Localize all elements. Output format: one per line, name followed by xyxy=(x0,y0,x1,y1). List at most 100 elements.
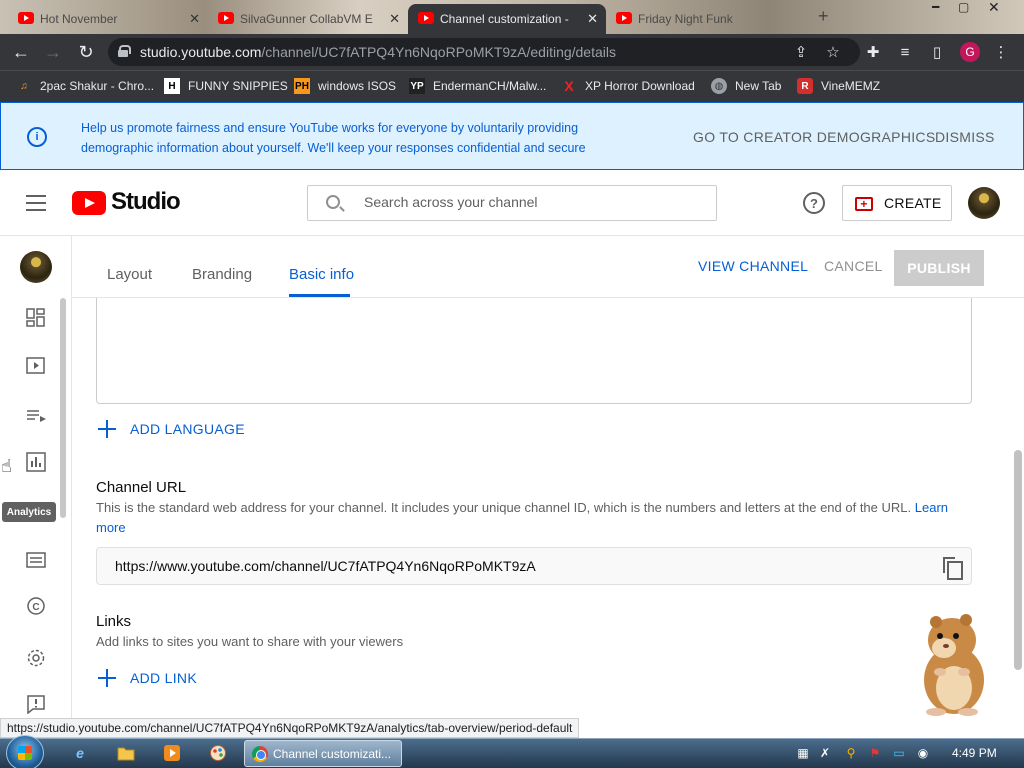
hamburger-menu-icon[interactable] xyxy=(26,195,46,211)
create-button[interactable]: + CREATE xyxy=(842,185,952,221)
channel-url-description: This is the standard web address for you… xyxy=(96,500,948,535)
studio-logo-text[interactable]: Studio xyxy=(111,188,181,216)
tab-branding[interactable]: Branding xyxy=(192,266,252,283)
bookmark-item[interactable]: ◍ New Tab xyxy=(711,78,781,94)
channel-url-title: Channel URL xyxy=(96,479,187,496)
left-nav: C xyxy=(0,236,72,740)
bookmarks-bar: ♫ 2pac Shakur - Chro... H FUNNY SNIPPIES P… xyxy=(0,70,1024,102)
new-tab-button[interactable]: + xyxy=(818,6,829,27)
internet-explorer-icon[interactable]: e xyxy=(68,742,92,764)
browser-toolbar: ← → ↻ studio.youtube.com/channel/UC7fATP… xyxy=(0,34,1024,70)
analytics-icon[interactable] xyxy=(25,452,47,472)
extensions-puzzle-icon[interactable]: ✚ xyxy=(864,43,882,61)
restore-button[interactable]: ▢ xyxy=(958,0,969,14)
chrome-icon xyxy=(252,746,268,762)
tab-title: Friday Night Funk xyxy=(638,12,733,26)
channel-avatar[interactable] xyxy=(20,251,52,283)
media-player-icon[interactable] xyxy=(160,742,184,764)
minimize-button[interactable]: ━ xyxy=(932,0,939,14)
go-to-creator-demographics-button[interactable]: GO TO CREATOR DEMOGRAPHICS xyxy=(693,129,935,145)
tray-monitor-icon[interactable]: ▭ xyxy=(892,746,906,760)
close-window-button[interactable]: ✕ xyxy=(988,0,1000,16)
ph-site-icon: PH xyxy=(294,78,310,94)
tray-search-icon[interactable]: ⚲ xyxy=(844,746,858,760)
music-icon: ♫ xyxy=(20,80,28,92)
r-site-icon: R xyxy=(797,78,813,94)
feedback-icon[interactable] xyxy=(25,694,47,714)
search-input[interactable] xyxy=(364,194,704,210)
browser-tab-strip: Hot November ✕ SilvaGunner CollabVM E ✕ … xyxy=(0,0,1024,34)
bookmark-item[interactable]: R VineMEMZ xyxy=(797,78,880,94)
address-url[interactable]: studio.youtube.com/channel/UC7fATPQ4Yn6N… xyxy=(140,44,616,60)
copy-icon[interactable] xyxy=(943,557,963,580)
view-channel-button[interactable]: VIEW CHANNEL xyxy=(698,258,808,274)
bookmark-item[interactable]: H FUNNY SNIPPIES xyxy=(164,78,288,94)
bookmark-item[interactable]: YP EndermanCH/Malw... xyxy=(409,78,546,94)
browser-menu-icon[interactable]: ⋮ xyxy=(992,43,1010,61)
back-arrow-icon[interactable]: ← xyxy=(10,41,32,63)
info-icon: i xyxy=(27,127,47,147)
banner-message: Help us promote fairness and ensure YouT… xyxy=(81,121,586,155)
tray-tools-icon[interactable]: ✗ xyxy=(818,746,832,760)
youtube-favicon-icon xyxy=(18,12,34,24)
side-panel-icon[interactable]: ▯ xyxy=(928,43,946,61)
bookmark-item[interactable]: ♫ 2pac Shakur - Chro... xyxy=(16,78,154,94)
lock-icon xyxy=(118,45,131,57)
add-language-button[interactable]: ADD LANGUAGE xyxy=(98,420,245,438)
file-explorer-icon[interactable] xyxy=(114,742,138,764)
forward-arrow-icon[interactable]: → xyxy=(42,41,64,63)
browser-tab[interactable]: SilvaGunner CollabVM E ✕ xyxy=(208,4,408,34)
help-icon[interactable]: ? xyxy=(803,192,825,214)
copyright-icon[interactable]: C xyxy=(25,596,47,616)
plus-icon xyxy=(98,669,116,687)
profile-avatar[interactable]: G xyxy=(960,42,980,62)
h-site-icon: H xyxy=(164,78,180,94)
bookmark-item[interactable]: X XP Horror Download xyxy=(561,78,695,94)
playlists-icon[interactable] xyxy=(25,406,47,426)
taskbar-clock[interactable]: 4:49 PM xyxy=(952,746,997,760)
windows-taskbar: e Channel customizati... ▦ ✗ ⚲ ⚑ ▭ ◉ 4:4… xyxy=(0,735,1024,768)
link-preview-statusbar: https://studio.youtube.com/channel/UC7fA… xyxy=(0,718,580,738)
subtitles-icon[interactable] xyxy=(25,550,47,570)
media-queue-icon[interactable]: ≡ xyxy=(896,43,914,61)
settings-icon[interactable] xyxy=(25,648,47,668)
close-tab-icon[interactable]: ✕ xyxy=(189,11,200,27)
tab-basic-info[interactable]: Basic info xyxy=(289,266,354,283)
content-icon[interactable] xyxy=(25,356,47,376)
close-tab-icon[interactable]: ✕ xyxy=(587,11,598,27)
youtube-logo-icon[interactable] xyxy=(72,191,106,215)
cancel-button[interactable]: CANCEL xyxy=(824,258,883,274)
start-button[interactable] xyxy=(6,735,44,768)
bookmark-star-icon[interactable]: ☆ xyxy=(824,43,842,61)
address-bar[interactable]: studio.youtube.com/channel/UC7fATPQ4Yn6N… xyxy=(108,38,860,66)
taskbar-chrome-window[interactable]: Channel customizati... xyxy=(244,740,402,767)
dashboard-icon[interactable] xyxy=(25,308,47,328)
reload-icon[interactable]: ↻ xyxy=(75,41,97,63)
tab-title: Hot November xyxy=(40,12,118,26)
tray-network-icon[interactable]: ▦ xyxy=(796,746,810,760)
channel-url-field[interactable]: https://www.youtube.com/channel/UC7fATPQ… xyxy=(96,547,972,585)
tab-layout[interactable]: Layout xyxy=(107,266,152,283)
main-scrollbar[interactable] xyxy=(1014,450,1022,670)
dismiss-button[interactable]: DISMISS xyxy=(935,129,995,145)
bookmark-item[interactable]: PH windows ISOS xyxy=(294,78,396,94)
account-avatar[interactable] xyxy=(968,187,1000,219)
channel-url-value[interactable]: https://www.youtube.com/channel/UC7fATPQ… xyxy=(115,558,536,574)
youtube-favicon-icon xyxy=(218,12,234,24)
paint-app-icon[interactable] xyxy=(206,742,230,764)
youtube-favicon-icon xyxy=(418,12,434,24)
browser-tab[interactable]: Friday Night Funk xyxy=(606,4,806,34)
tray-volume-icon[interactable]: ◉ xyxy=(916,746,930,760)
close-tab-icon[interactable]: ✕ xyxy=(389,11,400,27)
active-tab-indicator xyxy=(289,294,350,297)
tray-flag-icon[interactable]: ⚑ xyxy=(868,746,882,760)
search-box[interactable] xyxy=(307,185,717,221)
browser-tab[interactable]: Hot November ✕ xyxy=(8,4,208,34)
share-icon[interactable]: ⇪ xyxy=(792,43,810,61)
x-site-icon: X xyxy=(564,78,574,94)
add-link-button[interactable]: ADD LINK xyxy=(98,669,197,687)
publish-button[interactable]: PUBLISH xyxy=(894,250,984,286)
left-nav-scrollbar[interactable] xyxy=(60,298,66,518)
browser-tab-active[interactable]: Channel customization - ✕ xyxy=(408,4,606,34)
links-title: Links xyxy=(96,613,132,630)
